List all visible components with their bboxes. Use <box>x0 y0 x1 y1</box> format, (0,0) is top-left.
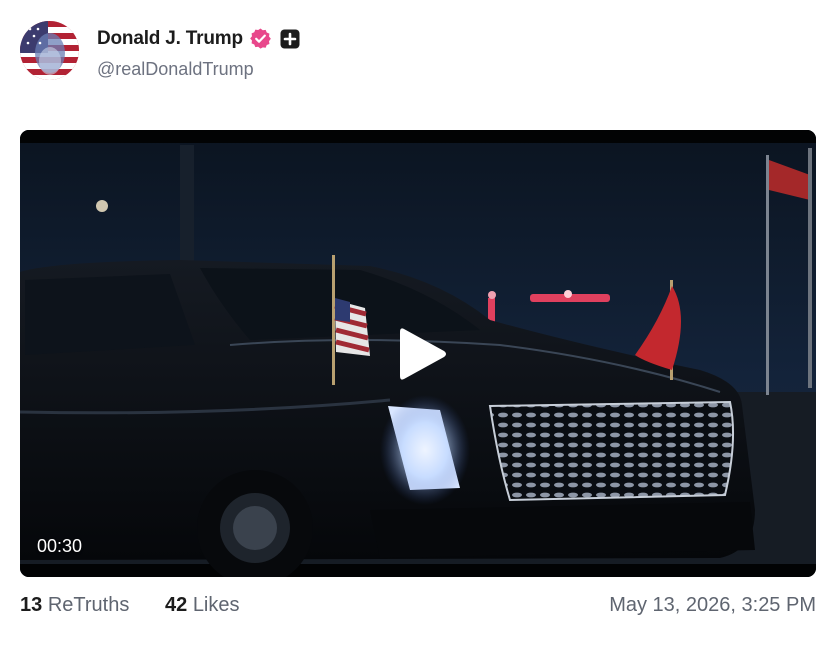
post-header: Donald J. Trump @realDonaldTrump <box>20 20 820 82</box>
play-icon[interactable] <box>398 326 448 382</box>
retruths-label: ReTruths <box>47 594 130 616</box>
likes-stat[interactable]: 42 Likes <box>165 594 240 617</box>
retruths-count: 13 <box>20 594 43 616</box>
author-row: Donald J. Trump <box>97 27 300 50</box>
video-player[interactable]: 00:30 <box>20 130 816 577</box>
post-footer: 13 ReTruths 42 Likes May 13, 2026, 3:25 … <box>20 594 816 620</box>
plus-square-icon <box>280 29 300 49</box>
post-timestamp[interactable]: May 13, 2026, 3:25 PM <box>609 594 816 617</box>
author-name[interactable]: Donald J. Trump <box>97 28 243 50</box>
author-handle[interactable]: @realDonaldTrump <box>97 59 254 80</box>
verified-badge-icon <box>249 27 272 50</box>
avatar[interactable] <box>20 21 79 80</box>
likes-label: Likes <box>192 594 240 616</box>
likes-count: 42 <box>165 594 188 616</box>
retruths-stat[interactable]: 13 ReTruths <box>20 594 129 617</box>
video-duration: 00:30 <box>37 536 83 556</box>
